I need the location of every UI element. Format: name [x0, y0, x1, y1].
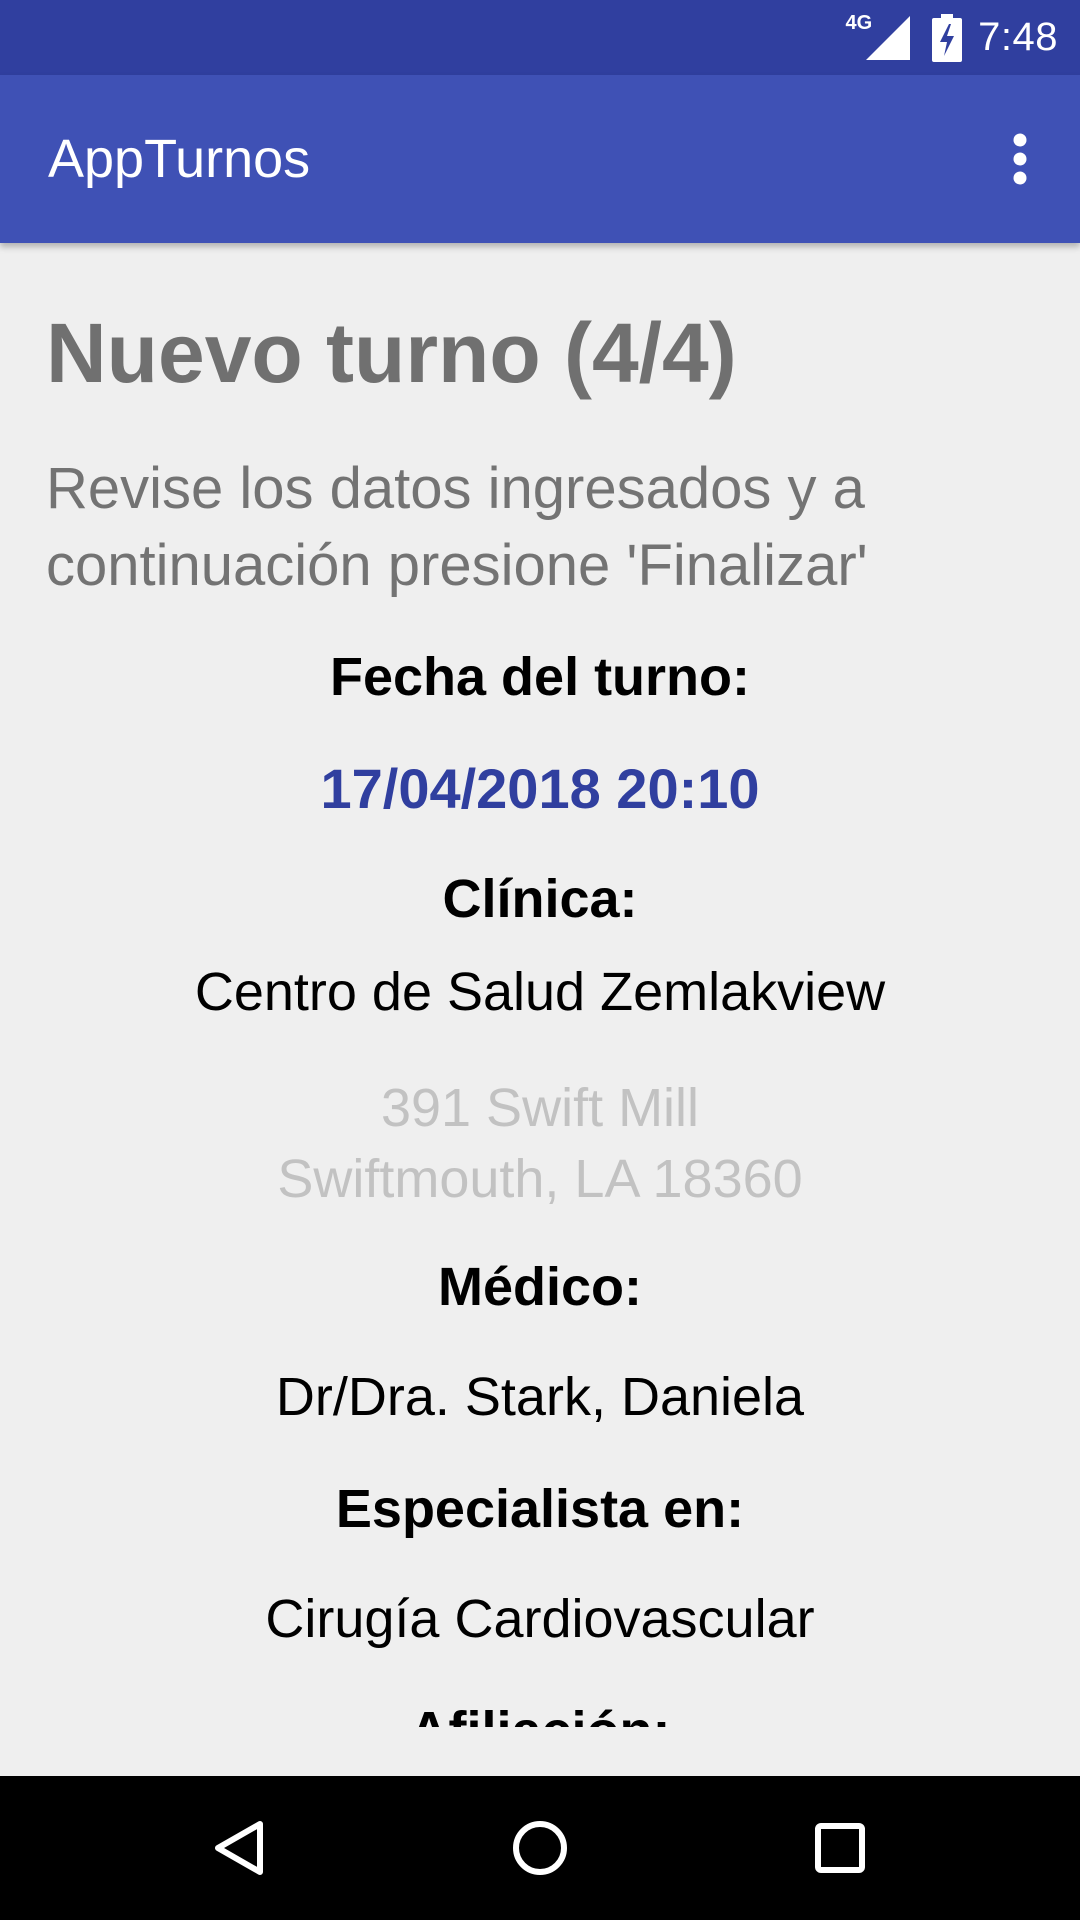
more-vert-icon [1013, 133, 1027, 185]
especialidad-value: Cirugía Cardiovascular [265, 1589, 815, 1649]
instructions-text: Revise los datos ingresados y a continua… [46, 456, 868, 598]
app-title: AppTurnos [48, 129, 311, 189]
home-button[interactable] [490, 1798, 590, 1898]
app-bar: AppTurnos [0, 75, 1080, 243]
medico-name: Dr/Dra. Stark, Daniela [275, 1367, 805, 1427]
medico-label: Médico: [437, 1257, 642, 1317]
especialidad-label: Especialista en: [335, 1479, 745, 1539]
clinica-address-line2: Swiftmouth, LA 18360 [277, 1149, 803, 1209]
battery-charging-icon [932, 13, 963, 62]
page-heading: Nuevo turno (4/4) [46, 306, 737, 400]
fecha-label: Fecha del turno: [329, 647, 751, 707]
status-icons: 4G 7:48 [845, 0, 1058, 75]
content-scroll-area[interactable]: Nuevo turno (4/4) Revise los datos ingre… [0, 243, 1080, 1727]
clinica-address-line1: 391 Swift Mill [380, 1078, 700, 1138]
recents-button[interactable] [790, 1798, 890, 1898]
navigation-bar [0, 1776, 1080, 1920]
signal-icon [866, 15, 911, 60]
fecha-value: 17/04/2018 20:10 [320, 757, 760, 820]
network-type-label: 4G [845, 12, 873, 34]
back-icon [215, 1821, 263, 1875]
overflow-menu-button[interactable] [978, 117, 1062, 201]
clinica-address: 391 Swift Mill Swiftmouth, LA 18360 [0, 1073, 1080, 1215]
status-bar: 4G 7:48 [0, 0, 1080, 75]
recents-icon [815, 1823, 865, 1873]
back-button[interactable] [190, 1798, 290, 1898]
screen: 4G 7:48 AppTurnos Nuevo turno (4/4) Revi… [0, 0, 1080, 1920]
clinica-name: Centro de Salud Zemlakview [194, 962, 886, 1022]
home-icon [513, 1821, 567, 1875]
status-clock: 7:48 [978, 15, 1058, 59]
clinica-label: Clínica: [442, 869, 638, 929]
afiliacion-label: Afiliación: [0, 1700, 1080, 1727]
